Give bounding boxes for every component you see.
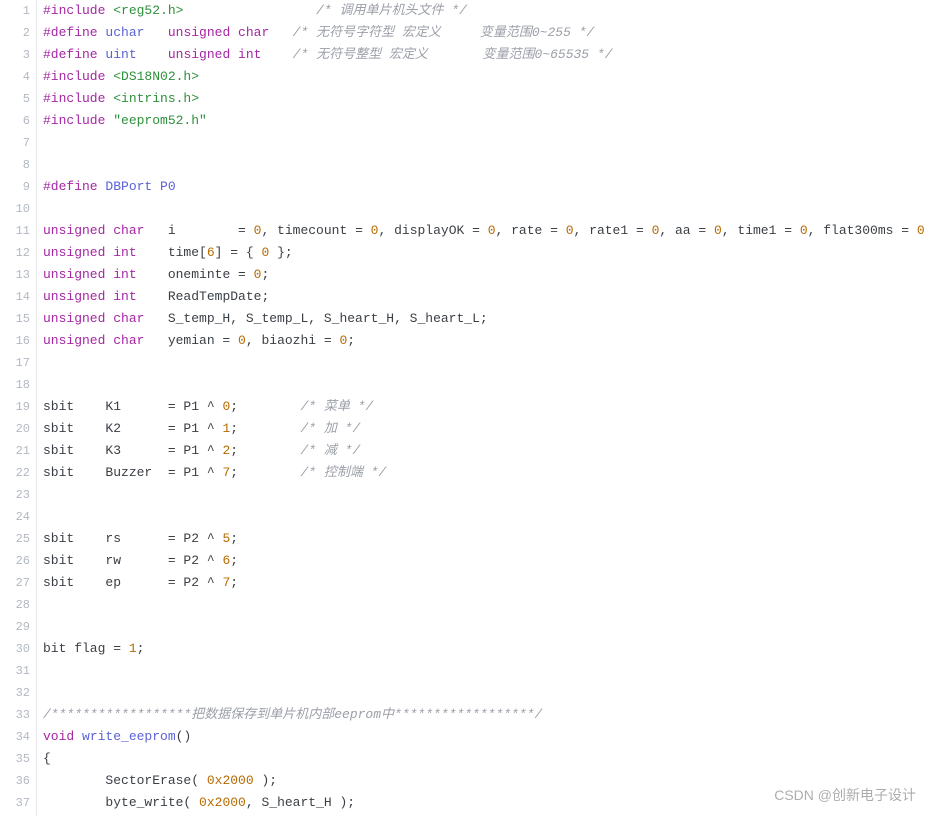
code-line: #define uint unsigned int /* 无符号整型 宏定义 变… <box>43 44 926 66</box>
line-number: 35 <box>0 748 30 770</box>
line-number: 36 <box>0 770 30 792</box>
line-number: 28 <box>0 594 30 616</box>
line-number: 4 <box>0 66 30 88</box>
line-number: 32 <box>0 682 30 704</box>
code-line: #include "eeprom52.h" <box>43 110 926 132</box>
code-line: unsigned int ReadTempDate; <box>43 286 926 308</box>
line-number: 8 <box>0 154 30 176</box>
line-number: 20 <box>0 418 30 440</box>
code-line: SectorErase( 0x2000 ); <box>43 770 926 792</box>
code-line <box>43 660 926 682</box>
code-line: sbit K2 = P1 ^ 1; /* 加 */ <box>43 418 926 440</box>
code-line <box>43 616 926 638</box>
line-number: 15 <box>0 308 30 330</box>
code-block: 1234567891011121314151617181920212223242… <box>0 0 926 816</box>
line-number-gutter: 1234567891011121314151617181920212223242… <box>0 0 36 816</box>
line-number: 6 <box>0 110 30 132</box>
code-line: bit flag = 1; <box>43 638 926 660</box>
line-number: 18 <box>0 374 30 396</box>
line-number: 22 <box>0 462 30 484</box>
code-line <box>43 594 926 616</box>
code-line: unsigned char i = 0, timecount = 0, disp… <box>43 220 926 242</box>
line-number: 10 <box>0 198 30 220</box>
code-line: #define uchar unsigned char /* 无符号字符型 宏定… <box>43 22 926 44</box>
line-number: 37 <box>0 792 30 814</box>
line-number: 9 <box>0 176 30 198</box>
code-line: { <box>43 748 926 770</box>
code-line: unsigned char S_temp_H, S_temp_L, S_hear… <box>43 308 926 330</box>
line-number: 11 <box>0 220 30 242</box>
code-line <box>43 484 926 506</box>
line-number: 3 <box>0 44 30 66</box>
code-line: sbit K3 = P1 ^ 2; /* 减 */ <box>43 440 926 462</box>
line-number: 5 <box>0 88 30 110</box>
line-number: 25 <box>0 528 30 550</box>
code-line: #include <intrins.h> <box>43 88 926 110</box>
code-line <box>43 374 926 396</box>
code-line: /******************把数据保存到单片机内部eeprom中***… <box>43 704 926 726</box>
code-line: sbit rs = P2 ^ 5; <box>43 528 926 550</box>
code-line <box>43 682 926 704</box>
line-number: 16 <box>0 330 30 352</box>
line-number: 14 <box>0 286 30 308</box>
line-number: 19 <box>0 396 30 418</box>
line-number: 13 <box>0 264 30 286</box>
code-line: sbit rw = P2 ^ 6; <box>43 550 926 572</box>
code-line: sbit ep = P2 ^ 7; <box>43 572 926 594</box>
line-number: 27 <box>0 572 30 594</box>
line-number: 33 <box>0 704 30 726</box>
line-number: 26 <box>0 550 30 572</box>
code-line: unsigned int time[6] = { 0 }; <box>43 242 926 264</box>
code-line: #define DBPort P0 <box>43 176 926 198</box>
line-number: 23 <box>0 484 30 506</box>
code-line: void write_eeprom() <box>43 726 926 748</box>
line-number: 1 <box>0 0 30 22</box>
code-line: sbit K1 = P1 ^ 0; /* 菜单 */ <box>43 396 926 418</box>
code-line: #include <reg52.h> /* 调用单片机头文件 */ <box>43 0 926 22</box>
code-line <box>43 198 926 220</box>
line-number: 24 <box>0 506 30 528</box>
line-number: 2 <box>0 22 30 44</box>
line-number: 31 <box>0 660 30 682</box>
line-number: 17 <box>0 352 30 374</box>
code-line: sbit Buzzer = P1 ^ 7; /* 控制端 */ <box>43 462 926 484</box>
code-line <box>43 506 926 528</box>
line-number: 12 <box>0 242 30 264</box>
code-line <box>43 154 926 176</box>
code-area: #include <reg52.h> /* 调用单片机头文件 */#define… <box>36 0 926 816</box>
line-number: 7 <box>0 132 30 154</box>
code-line: #include <DS18N02.h> <box>43 66 926 88</box>
code-line: unsigned char yemian = 0, biaozhi = 0; <box>43 330 926 352</box>
line-number: 29 <box>0 616 30 638</box>
code-line <box>43 352 926 374</box>
line-number: 34 <box>0 726 30 748</box>
code-line <box>43 132 926 154</box>
line-number: 30 <box>0 638 30 660</box>
line-number: 21 <box>0 440 30 462</box>
code-line: unsigned int oneminte = 0; <box>43 264 926 286</box>
code-line: byte_write( 0x2000, S_heart_H ); <box>43 792 926 814</box>
